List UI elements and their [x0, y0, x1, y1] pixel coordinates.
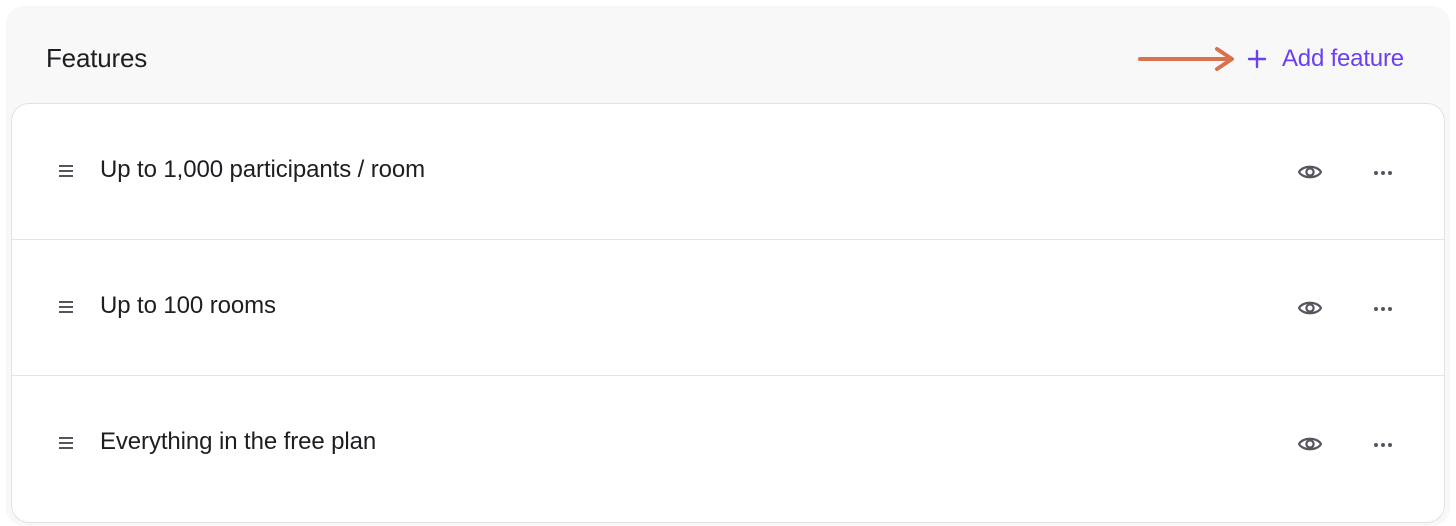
feature-label: Up to 100 rooms — [100, 292, 276, 319]
more-horizontal-icon[interactable] — [1370, 160, 1396, 186]
feature-row: Everything in the free plan — [12, 376, 1444, 512]
eye-icon[interactable] — [1297, 295, 1323, 321]
feature-label: Everything in the free plan — [100, 428, 377, 455]
plus-icon — [1247, 49, 1267, 69]
more-horizontal-icon[interactable] — [1370, 296, 1396, 322]
add-feature-label: Add feature — [1282, 45, 1404, 72]
features-list: Up to 1,000 participants / room Up to 10… — [11, 103, 1445, 523]
eye-icon[interactable] — [1297, 431, 1323, 457]
feature-row: Up to 1,000 participants / room — [12, 104, 1444, 240]
drag-handle-icon[interactable] — [58, 435, 74, 451]
more-horizontal-icon[interactable] — [1370, 432, 1396, 458]
drag-handle-icon[interactable] — [58, 299, 74, 315]
features-header: Features Add feature — [6, 6, 1450, 104]
feature-row: Up to 100 rooms — [12, 240, 1444, 376]
feature-label: Up to 1,000 participants / room — [100, 156, 426, 183]
add-feature-button[interactable]: Add feature — [1246, 40, 1404, 78]
eye-icon[interactable] — [1297, 159, 1323, 185]
arrow-right-icon — [1138, 47, 1234, 71]
drag-handle-icon[interactable] — [58, 163, 74, 179]
section-title: Features — [46, 43, 148, 73]
